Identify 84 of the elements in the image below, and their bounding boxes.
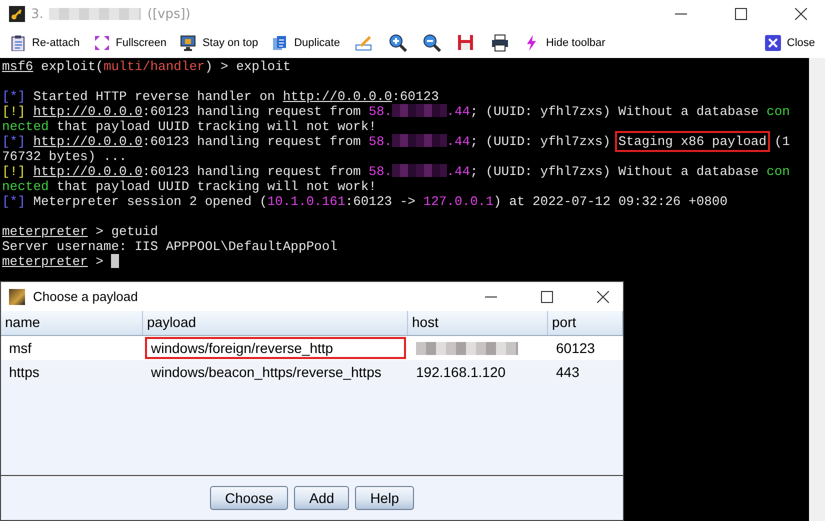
ip-address: 127.0.0.1 [423, 194, 494, 209]
terminal-text: :60123 handling request from [142, 164, 362, 179]
key-icon [9, 6, 25, 22]
terminal-text: that payload UUID tracking will not work! [56, 179, 376, 194]
close-icon[interactable] [597, 290, 609, 302]
dialog-button[interactable]: Help [355, 486, 414, 510]
terminal-text: Meterpreter session 2 opened ( [33, 194, 268, 209]
dialog-button[interactable]: Add [294, 486, 350, 510]
zoom-in-icon [388, 34, 407, 52]
ip-address: 58. [368, 164, 392, 179]
table-cell: windows/foreign/reverse_http [145, 337, 406, 359]
status-marker: [*] [2, 89, 26, 104]
app-icon [9, 288, 25, 304]
terminal-text: 76732 bytes) ... [2, 149, 127, 164]
table-cell-text: https [8, 363, 40, 382]
terminal-text: :60123 [392, 89, 439, 104]
dialog-title: Choose a payload [33, 289, 138, 304]
terminal-text: > [94, 254, 104, 269]
documents-icon [272, 35, 288, 51]
close-icon[interactable] [795, 8, 807, 20]
ip-address: .44 [446, 104, 470, 119]
highlighted-text: Staging x86 payload [618, 134, 767, 149]
ip-address: .44 [446, 164, 470, 179]
ip-address: 58. [368, 134, 392, 149]
toolbar-button[interactable]: Stay on top [176, 33, 262, 53]
ip-address: 10.1.0.161 [267, 194, 346, 209]
toolbar-button[interactable]: Hide toolbar [520, 33, 610, 53]
warning-marker: [!] [2, 104, 26, 119]
table-cell-text: 60123 [555, 339, 596, 358]
prompt-label: meterpreter [2, 224, 88, 239]
status-marker: [*] [2, 134, 26, 149]
table-cell-text: 192.168.1.120 [415, 363, 507, 382]
redacted-block [392, 104, 447, 117]
text-cursor [111, 254, 120, 268]
warning-marker: [!] [2, 164, 26, 179]
terminal-text: (1 [773, 134, 790, 149]
expand-arrows-icon [94, 35, 110, 51]
terminal-text: nected [2, 119, 49, 134]
terminal-text: :60123 -> [345, 194, 416, 209]
column-header[interactable]: name [1, 311, 143, 335]
toolbar-button[interactable]: Fullscreen [90, 33, 170, 53]
terminal-text: that payload UUID tracking will not work! [56, 119, 376, 134]
window-title: 3. [31, 6, 44, 22]
prompt-label: meterpreter [2, 254, 88, 269]
printer-icon [490, 34, 509, 52]
ip-address: .44 [446, 134, 470, 149]
monitor-icon [180, 35, 196, 51]
terminal-text: ; (UUID: yfhl7zxs) Without a database [470, 164, 760, 179]
terminal-text: ; (UUID: yfhl7zxs) [470, 134, 612, 149]
terminal-text: Server username: IIS APPPOOL\DefaultAppPool [2, 239, 338, 254]
column-header[interactable]: host [408, 311, 548, 335]
close-button[interactable]: Close [760, 33, 819, 53]
column-header[interactable]: payload [143, 311, 408, 335]
zoom-out-icon [422, 34, 441, 52]
terminal-text: nected [2, 179, 49, 194]
terminal-text: con [766, 104, 790, 119]
module-name: multi/handler [103, 59, 205, 74]
terminal-text: ) at 2022-07-12 09:32:26 +0800 [494, 194, 728, 209]
toolbar-button[interactable]: Duplicate [268, 33, 344, 53]
status-marker: [*] [2, 194, 26, 209]
pencil-icon [354, 34, 373, 52]
terminal-text: con [766, 164, 790, 179]
terminal-text: :60123 handling request from [142, 134, 362, 149]
prompt-label: msf6 [2, 59, 34, 74]
clipboard-icon [10, 35, 26, 51]
redacted-block [392, 164, 447, 177]
window-title: ([vps]) [147, 6, 190, 22]
terminal-text: :60123 handling request from [142, 104, 362, 119]
terminal-text: Started HTTP reverse handler on [33, 89, 276, 104]
terminal-text: ) > exploit [204, 59, 291, 74]
close-icon [764, 35, 781, 51]
table-cell-text: 443 [555, 363, 580, 382]
column-header[interactable]: port [548, 311, 623, 335]
ip-address: 58. [368, 104, 392, 119]
toolbar-button[interactable]: Re-attach [6, 33, 84, 53]
maximize-icon[interactable] [735, 8, 747, 20]
dialog-button[interactable]: Choose [210, 486, 288, 510]
table-cell-text: msf [8, 339, 33, 358]
terminal-text: ; (UUID: yfhl7zxs) Without a database [470, 104, 760, 119]
maximize-icon[interactable] [541, 290, 553, 302]
terminal-text: exploit( [40, 59, 104, 74]
redacted-block [392, 134, 447, 147]
terminal-text: > getuid [94, 224, 158, 239]
table-cell-text: windows/beacon_https/reverse_https [150, 363, 382, 382]
